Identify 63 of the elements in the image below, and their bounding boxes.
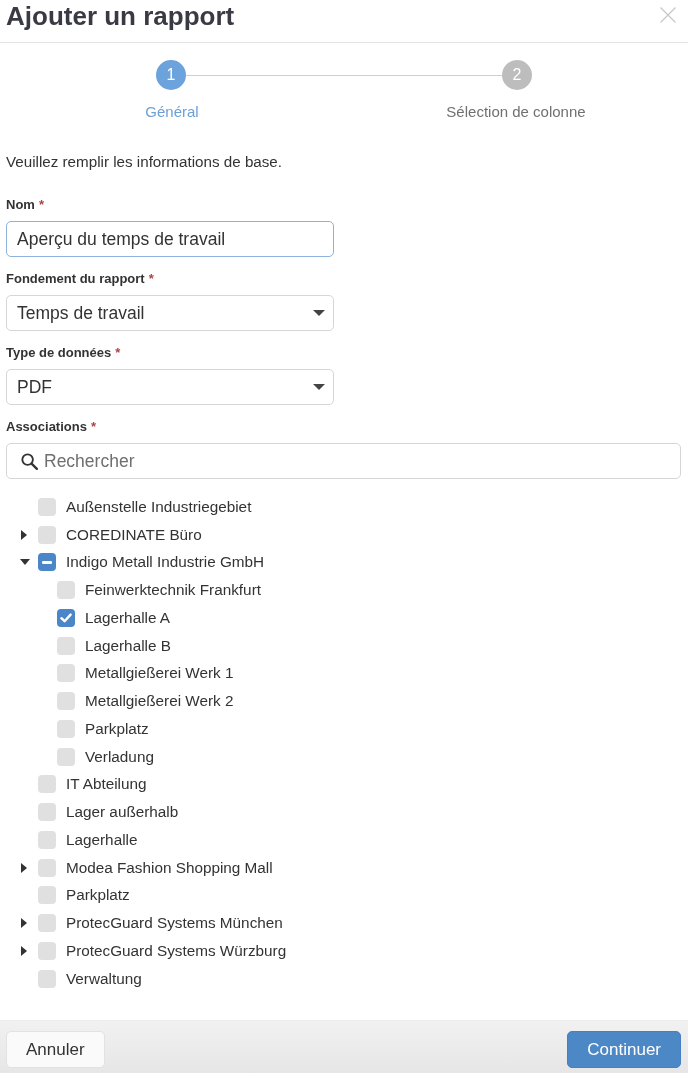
checkbox[interactable] (38, 969, 56, 988)
tree-item-label[interactable]: Indigo Metall Industrie GmbH (66, 553, 265, 572)
field-label: Type de données (6, 344, 112, 362)
select-field[interactable]: PDF (6, 369, 334, 405)
caret-down-icon (313, 310, 325, 316)
select-field[interactable]: Temps de travail (6, 295, 334, 331)
tree-item-label[interactable]: IT Abteilung (66, 775, 147, 794)
checkbox[interactable] (38, 525, 56, 544)
caret-right-icon[interactable] (21, 529, 27, 540)
checkmark-icon (60, 612, 72, 623)
continue-button[interactable]: Continuer (567, 1031, 681, 1068)
name-field[interactable]: Aperçu du temps de travail (6, 221, 334, 257)
caret-down-icon (313, 384, 325, 390)
checkbox[interactable] (38, 775, 56, 794)
checkbox[interactable] (38, 497, 56, 516)
tree-item-label[interactable]: Metallgießerei Werk 1 (85, 664, 234, 683)
caret-right-icon[interactable] (21, 862, 27, 873)
checkbox[interactable] (57, 747, 75, 766)
instruction-text: Veuillez remplir les informations de base. (6, 152, 283, 172)
tree-item-label[interactable]: Lagerhalle B (85, 636, 171, 655)
checkbox[interactable] (57, 608, 75, 627)
tree-item-label[interactable]: ProtecGuard Systems Würzburg (66, 941, 287, 960)
checkbox[interactable] (38, 553, 56, 572)
checkbox[interactable] (38, 941, 56, 960)
tree-item-label[interactable]: ProtecGuard Systems München (66, 914, 283, 933)
tree-item-label[interactable]: Parkplatz (66, 886, 130, 905)
tree-item-label[interactable]: Außenstelle Industriegebiet (66, 497, 252, 516)
tree-item-label[interactable]: Metallgießerei Werk 2 (85, 692, 234, 711)
checkbox[interactable] (38, 830, 56, 849)
tree-item-label[interactable]: Parkplatz (85, 719, 149, 738)
checkbox[interactable] (57, 719, 75, 738)
tree-item-label[interactable]: Lager außerhalb (66, 803, 179, 822)
search-icon (21, 453, 38, 470)
required-mark: * (115, 344, 121, 362)
required-mark: * (90, 418, 96, 436)
checkbox[interactable] (38, 914, 56, 933)
required-mark: * (148, 270, 154, 288)
caret-down-icon[interactable] (20, 559, 30, 566)
caret-right-icon[interactable] (21, 945, 27, 956)
checkbox[interactable] (57, 664, 75, 683)
required-mark: * (38, 196, 44, 214)
dialog-title: Ajouter un rapport (6, 0, 235, 32)
tree-item-label[interactable]: COREDINATE Büro (66, 525, 202, 544)
field-label: Nom (6, 196, 35, 214)
checkbox[interactable] (57, 636, 75, 655)
checkbox[interactable] (57, 692, 75, 711)
field-label: Fondement du rapport (6, 270, 145, 288)
tree-item-label[interactable]: Verladung (85, 747, 154, 766)
checkbox[interactable] (38, 886, 56, 905)
checkbox[interactable] (57, 581, 75, 600)
cancel-button[interactable]: Annuler (6, 1031, 105, 1068)
tree-item-label[interactable]: Modea Fashion Shopping Mall (66, 858, 273, 877)
tree-item-label[interactable]: Verwaltung (66, 969, 142, 988)
checkbox[interactable] (38, 803, 56, 822)
step-label[interactable]: Sélection de colonne (446, 102, 586, 122)
tree-item-label[interactable]: Lagerhalle A (85, 608, 171, 627)
tree-item-label[interactable]: Lagerhalle (66, 830, 138, 849)
search-field[interactable]: Rechercher (6, 443, 681, 479)
checkbox[interactable] (38, 858, 56, 877)
field-label: Associations (6, 418, 87, 436)
tree-item-label[interactable]: Feinwerktechnik Frankfurt (85, 581, 261, 600)
close-icon[interactable] (660, 7, 676, 23)
caret-right-icon[interactable] (21, 918, 27, 929)
